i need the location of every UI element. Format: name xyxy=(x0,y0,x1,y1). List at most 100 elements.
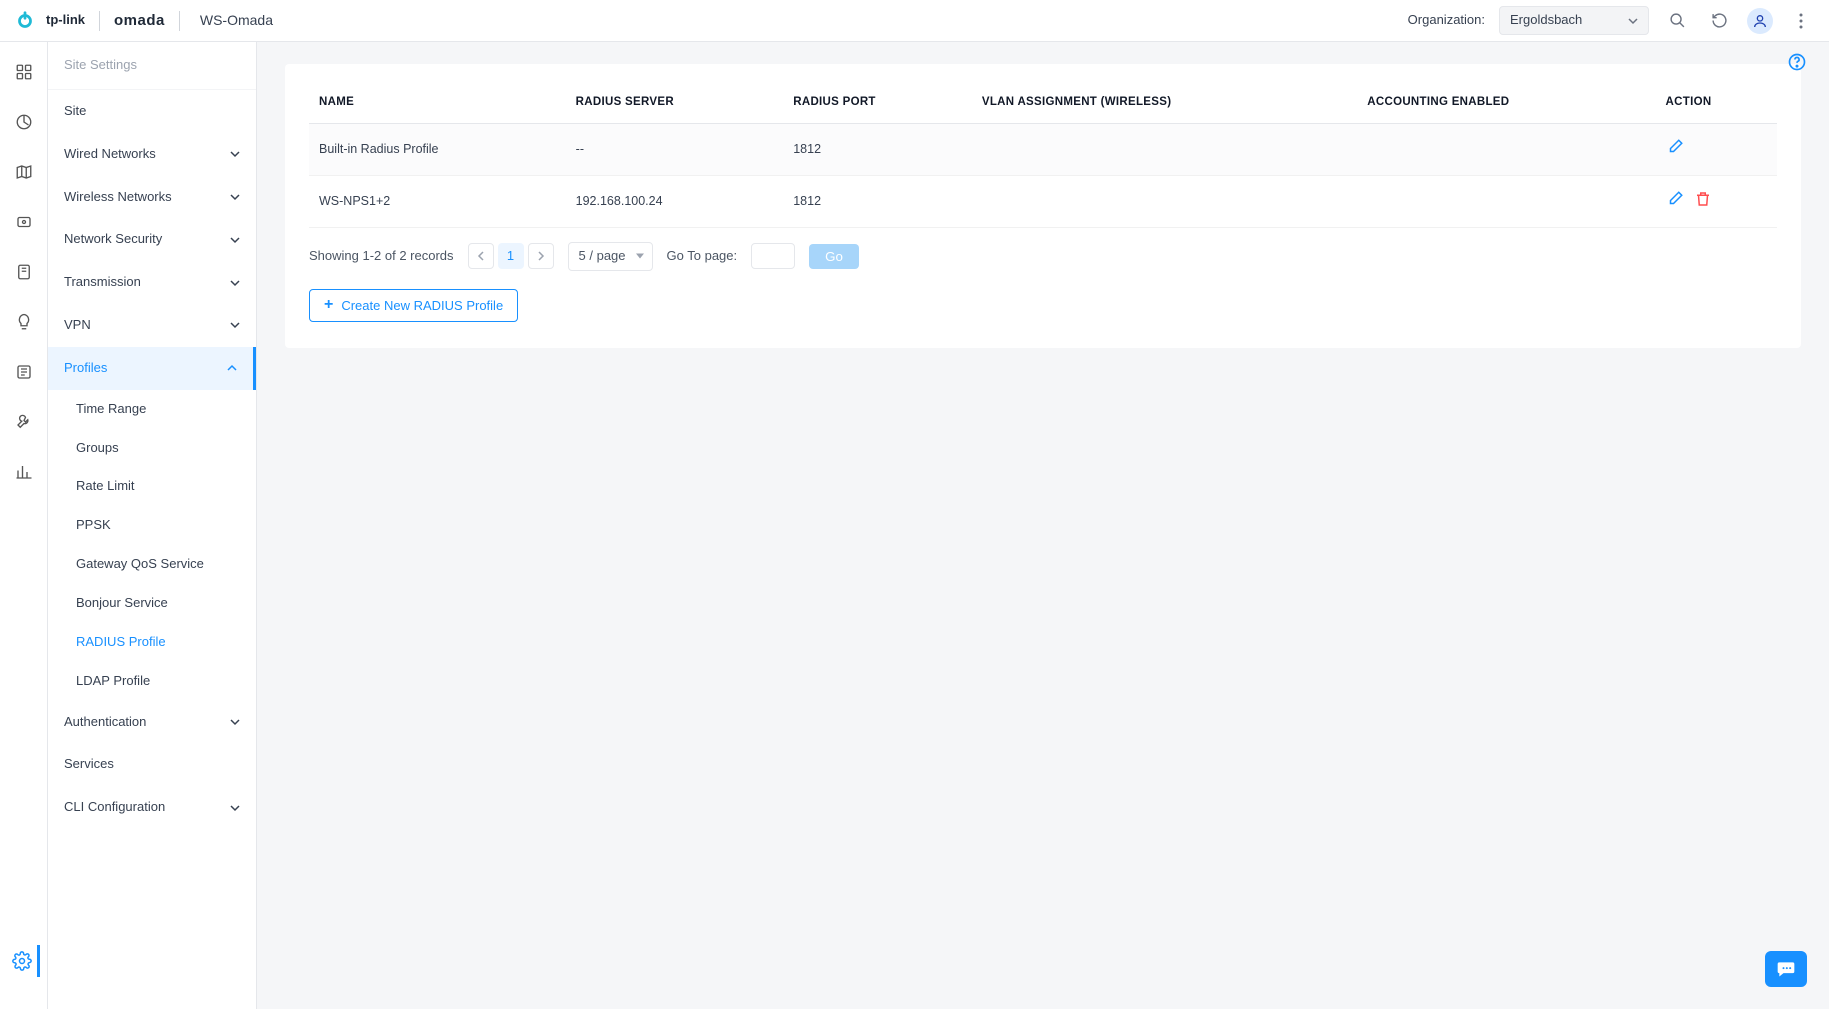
column-header: RADIUS PORT xyxy=(783,82,972,123)
radius-profile-panel: NAMERADIUS SERVERRADIUS PORTVLAN ASSIGNM… xyxy=(285,64,1801,348)
chevron-down-icon xyxy=(230,320,240,330)
rail-log-icon[interactable] xyxy=(8,356,40,388)
nav-item-cli-configuration[interactable]: CLI Configuration xyxy=(48,786,256,829)
radius-profile-table: NAMERADIUS SERVERRADIUS PORTVLAN ASSIGNM… xyxy=(309,82,1777,228)
delete-icon[interactable] xyxy=(1694,190,1712,213)
chat-fab[interactable] xyxy=(1765,951,1807,987)
cell-server: 192.168.100.24 xyxy=(566,175,784,227)
cell-server: -- xyxy=(566,123,784,175)
icon-rail xyxy=(0,42,48,1009)
organization-select[interactable]: Ergoldsbach xyxy=(1499,6,1649,35)
chevron-down-icon xyxy=(230,192,240,202)
nav-sub-gateway-qos-service[interactable]: Gateway QoS Service xyxy=(48,545,256,584)
pagination-summary: Showing 1-2 of 2 records xyxy=(309,247,454,266)
rail-insight-icon[interactable] xyxy=(8,306,40,338)
site-name: WS-Omada xyxy=(200,10,273,30)
main-content: NAMERADIUS SERVERRADIUS PORTVLAN ASSIGNM… xyxy=(257,42,1829,1009)
cell-name: WS-NPS1+2 xyxy=(309,175,566,227)
rail-dashboard-icon[interactable] xyxy=(8,56,40,88)
column-header: VLAN ASSIGNMENT (WIRELESS) xyxy=(972,82,1357,123)
brand-divider xyxy=(99,11,100,31)
column-header: ACCOUNTING ENABLED xyxy=(1357,82,1655,123)
cell-acct xyxy=(1357,123,1655,175)
table-row: WS-NPS1+2192.168.100.241812 xyxy=(309,175,1777,227)
edit-icon[interactable] xyxy=(1666,138,1684,161)
cell-port: 1812 xyxy=(783,175,972,227)
rail-tools-icon[interactable] xyxy=(8,406,40,438)
tp-link-logo-icon xyxy=(14,10,36,32)
nav-item-label: CLI Configuration xyxy=(64,798,165,817)
nav-item-services[interactable]: Services xyxy=(48,743,256,786)
column-header: NAME xyxy=(309,82,566,123)
nav-item-label: Wireless Networks xyxy=(64,188,172,207)
nav-sub-rate-limit[interactable]: Rate Limit xyxy=(48,467,256,506)
rail-statistics-icon[interactable] xyxy=(8,106,40,138)
nav-item-wired-networks[interactable]: Wired Networks xyxy=(48,133,256,176)
rail-devices-icon[interactable] xyxy=(8,206,40,238)
chevron-down-icon xyxy=(230,149,240,159)
rail-clients-icon[interactable] xyxy=(8,256,40,288)
chevron-down-icon xyxy=(230,717,240,727)
column-header: RADIUS SERVER xyxy=(566,82,784,123)
page-next-button[interactable] xyxy=(528,243,554,269)
sidebar-title: Site Settings xyxy=(48,42,256,90)
refresh-icon[interactable] xyxy=(1705,7,1733,35)
edit-icon[interactable] xyxy=(1666,190,1684,213)
rail-settings-icon[interactable] xyxy=(8,945,40,977)
nav-item-transmission[interactable]: Transmission xyxy=(48,261,256,304)
nav-item-label: Authentication xyxy=(64,713,146,732)
chevron-down-icon xyxy=(230,235,240,245)
goto-page-input[interactable] xyxy=(751,243,795,269)
nav-item-label: Services xyxy=(64,755,114,774)
chevron-down-icon xyxy=(1628,16,1638,26)
nav-item-vpn[interactable]: VPN xyxy=(48,304,256,347)
organization-value: Ergoldsbach xyxy=(1510,11,1582,30)
cell-action xyxy=(1656,123,1777,175)
more-icon[interactable] xyxy=(1787,7,1815,35)
chevron-down-icon xyxy=(230,803,240,813)
create-button-label: Create New RADIUS Profile xyxy=(341,298,503,313)
goto-page-button[interactable]: Go xyxy=(809,244,859,269)
nav-item-label: Profiles xyxy=(64,359,107,378)
nav-sub-ppsk[interactable]: PPSK xyxy=(48,506,256,545)
nav-item-profiles[interactable]: Profiles xyxy=(48,347,256,390)
cell-name: Built-in Radius Profile xyxy=(309,123,566,175)
cell-vlan xyxy=(972,123,1357,175)
organization-label: Organization: xyxy=(1408,11,1485,30)
rail-map-icon[interactable] xyxy=(8,156,40,188)
cell-acct xyxy=(1357,175,1655,227)
create-radius-profile-button[interactable]: + Create New RADIUS Profile xyxy=(309,289,518,322)
rail-report-icon[interactable] xyxy=(8,456,40,488)
cell-vlan xyxy=(972,175,1357,227)
brand-tp-link: tp-link xyxy=(46,11,85,30)
nav-sub-groups[interactable]: Groups xyxy=(48,429,256,468)
pagination: Showing 1-2 of 2 records 1 5 / page Go T… xyxy=(309,242,1777,271)
nav-item-wireless-networks[interactable]: Wireless Networks xyxy=(48,176,256,219)
nav-sub-time-range[interactable]: Time Range xyxy=(48,390,256,429)
brand-logo: tp-link xyxy=(14,10,85,32)
nav-sub-ldap-profile[interactable]: LDAP Profile xyxy=(48,662,256,701)
page-number[interactable]: 1 xyxy=(498,243,524,269)
top-bar: tp-link omada WS-Omada Organization: Erg… xyxy=(0,0,1829,42)
cell-port: 1812 xyxy=(783,123,972,175)
nav-item-site[interactable]: Site xyxy=(48,90,256,133)
page-size-select[interactable]: 5 / page xyxy=(568,242,653,271)
nav-item-label: Wired Networks xyxy=(64,145,156,164)
chevron-up-icon xyxy=(227,363,237,373)
nav-sub-bonjour-service[interactable]: Bonjour Service xyxy=(48,584,256,623)
goto-page-label: Go To page: xyxy=(667,247,738,266)
chevron-down-icon xyxy=(230,278,240,288)
cell-action xyxy=(1656,175,1777,227)
brand-divider-2 xyxy=(179,11,180,31)
nav-item-label: Site xyxy=(64,102,86,121)
nav-item-network-security[interactable]: Network Security xyxy=(48,218,256,261)
nav-item-authentication[interactable]: Authentication xyxy=(48,701,256,744)
help-icon[interactable] xyxy=(1787,52,1807,78)
user-avatar[interactable] xyxy=(1747,8,1773,34)
search-icon[interactable] xyxy=(1663,7,1691,35)
page-prev-button[interactable] xyxy=(468,243,494,269)
column-header: ACTION xyxy=(1656,82,1777,123)
nav-item-label: Network Security xyxy=(64,230,162,249)
brand-omada: omada xyxy=(114,10,165,32)
nav-sub-radius-profile[interactable]: RADIUS Profile xyxy=(48,623,256,662)
